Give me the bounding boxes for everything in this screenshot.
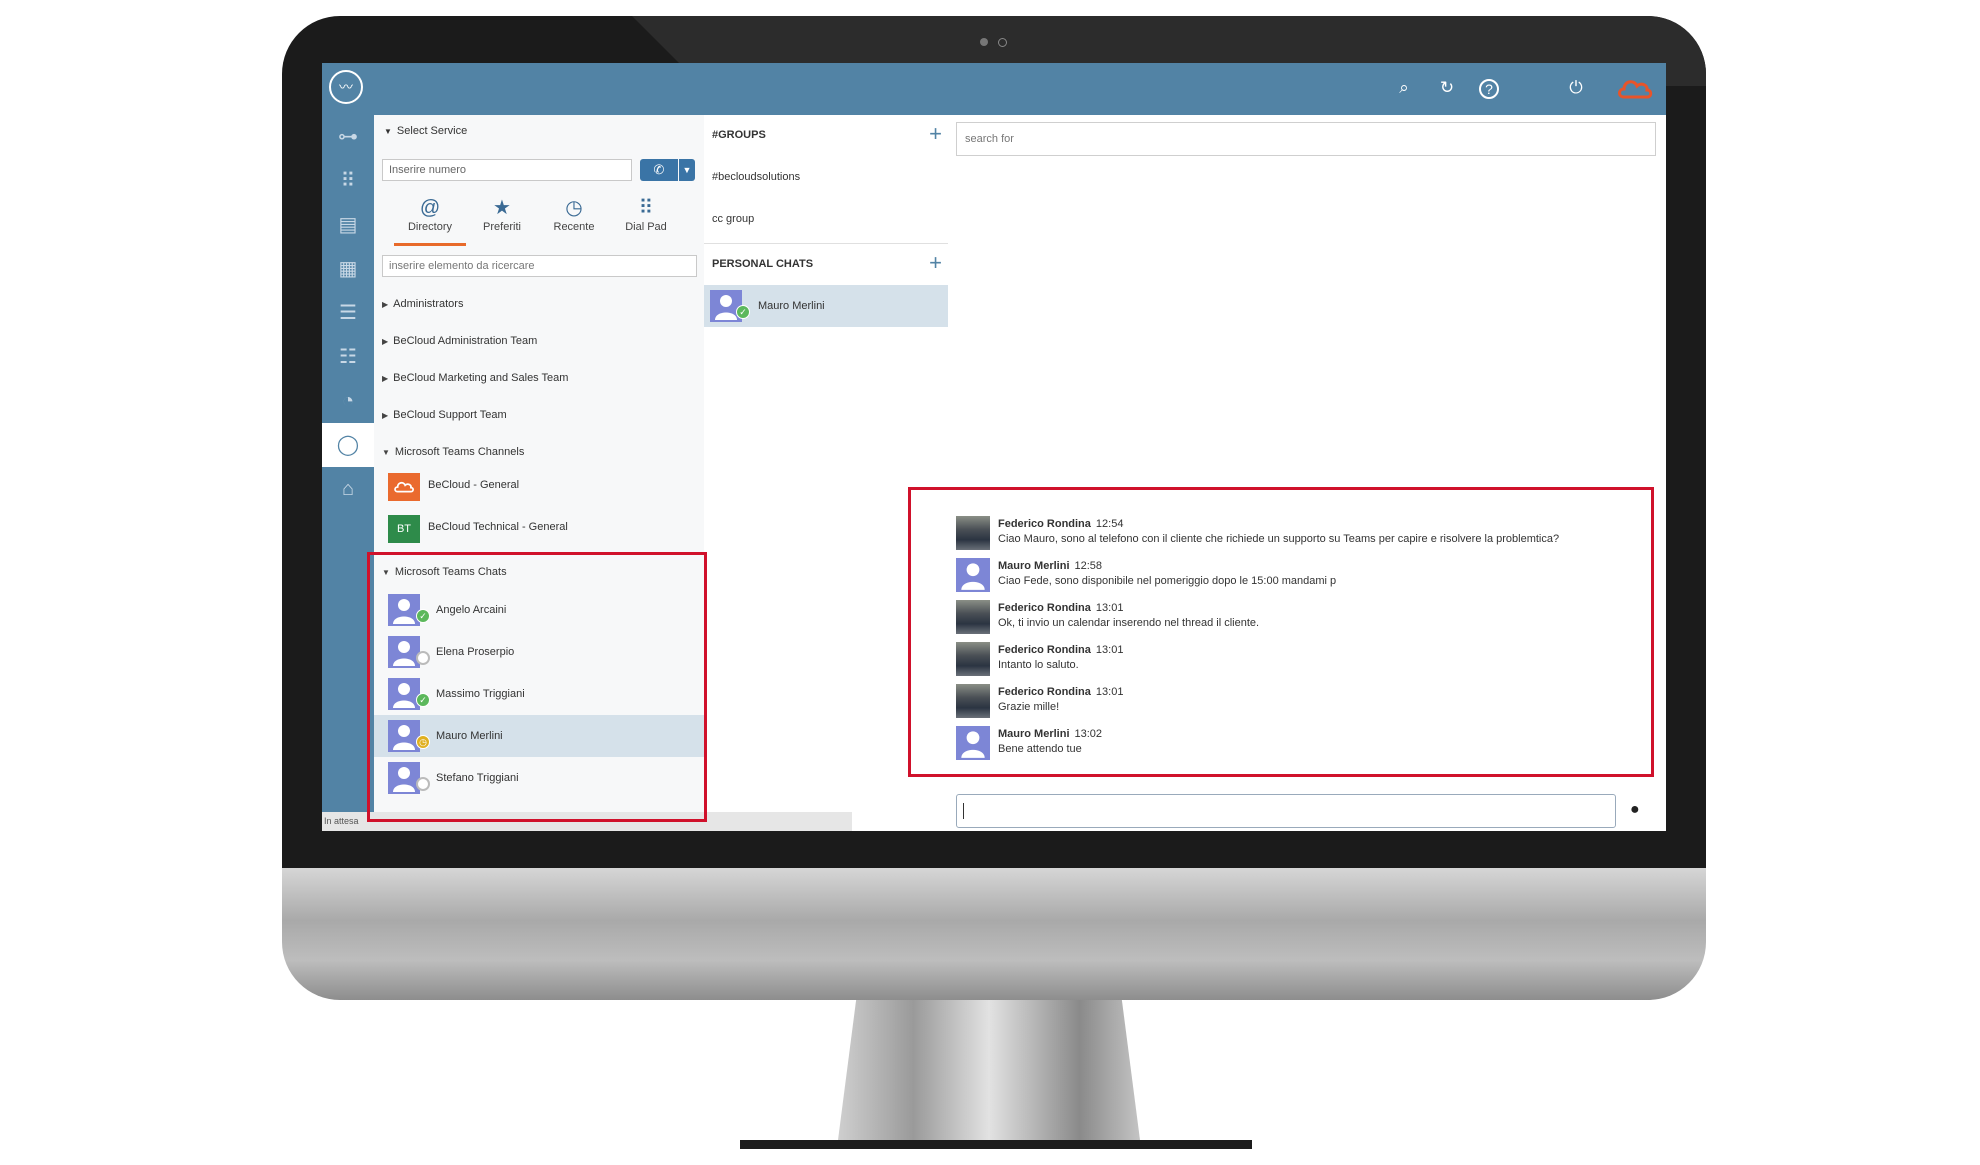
group-label: BeCloud Support Team <box>393 409 507 421</box>
available-status-icon: ✓ <box>736 305 750 319</box>
toggle-icon[interactable]: ⊶ <box>322 115 374 159</box>
calendar-icon[interactable]: ▦ <box>322 247 374 291</box>
grid-icon[interactable]: ⠿ <box>322 159 374 203</box>
personal-chats-label: PERSONAL CHATS <box>712 258 814 270</box>
add-group-icon[interactable]: + <box>929 121 942 147</box>
camera-icon <box>980 38 988 46</box>
channel-label: BeCloud - General <box>428 479 520 491</box>
home-icon[interactable]: ⌂ <box>322 467 374 511</box>
group-label: BeCloud Marketing and Sales Team <box>393 372 569 384</box>
cloud-icon[interactable] <box>1616 77 1654 99</box>
search-icon[interactable]: ⌕ <box>1393 77 1415 99</box>
tab-label: Preferiti <box>483 221 521 233</box>
tab-dial-pad[interactable]: ⠿ Dial Pad <box>610 195 682 243</box>
personal-chats-header: PERSONAL CHATS + <box>704 243 948 284</box>
star-icon: ★ <box>493 197 511 219</box>
monitor-base <box>740 1140 1252 1149</box>
channel-becloud-technical[interactable]: BT BeCloud Technical - General <box>388 512 698 546</box>
at-icon: @ <box>419 197 441 219</box>
chat-icon[interactable]: ◯ <box>322 423 374 467</box>
app-screen: 〰 ⌕ ↻ ? ⏻ ⊶ ⠿ ▤ ▦ ☰ ☷ ◔ ◯ ⌂ ▼ Select Serv… <box>322 63 1666 831</box>
send-icon[interactable]: ● <box>1630 801 1640 819</box>
group-label: BeCloud Administration Team <box>393 335 538 347</box>
inbox-icon[interactable]: ☰ <box>322 291 374 335</box>
channel-becloud-general[interactable]: BeCloud - General <box>388 470 698 504</box>
add-personal-chat-icon[interactable]: + <box>929 250 942 276</box>
select-service[interactable]: ▼ Select Service <box>384 125 467 137</box>
group-becloud-marketing[interactable]: ▶ BeCloud Marketing and Sales Team <box>382 372 568 384</box>
monitor-stand <box>838 1000 1140 1140</box>
highlight-box-conversation <box>908 487 1654 777</box>
refresh-icon[interactable]: ↻ <box>1436 77 1458 99</box>
camera-sensor-icon <box>998 38 1007 47</box>
call-dropdown-button[interactable]: ▼ <box>679 159 695 181</box>
caret-right-icon: ▶ <box>382 411 389 420</box>
group-chat-item[interactable]: cc group <box>712 213 754 225</box>
contacts-icon[interactable]: ☷ <box>322 335 374 379</box>
power-icon[interactable]: ⏻ <box>1565 77 1587 99</box>
app-logo[interactable]: 〰 <box>329 70 363 104</box>
group-administrators[interactable]: ▶ Administrators <box>382 298 463 310</box>
group-label: Administrators <box>393 298 464 310</box>
contact-name: Mauro Merlini <box>758 300 825 312</box>
clock-icon: ◷ <box>565 197 583 219</box>
groups-header: #GROUPS + <box>704 115 948 155</box>
document-icon[interactable]: ▤ <box>322 203 374 247</box>
channel-label: BeCloud Technical - General <box>428 521 568 533</box>
caret-down-icon: ▼ <box>384 127 392 136</box>
personal-chat-item[interactable]: ✓ Mauro Merlini <box>704 285 948 327</box>
tab-label: Dial Pad <box>625 221 667 233</box>
conversation-search-input[interactable]: search for <box>956 122 1656 156</box>
select-service-label: Select Service <box>396 125 468 137</box>
group-label: Microsoft Teams Channels <box>394 446 525 458</box>
call-button[interactable]: ✆ <box>640 159 678 181</box>
tab-recente[interactable]: ◷ Recente <box>538 195 610 243</box>
tab-label: Directory <box>407 221 452 233</box>
highlight-box-teams-chats <box>367 552 707 822</box>
directory-search-input[interactable]: inserire elemento da ricercare <box>382 255 697 277</box>
message-compose-input[interactable] <box>956 794 1616 828</box>
tab-preferiti[interactable]: ★ Preferiti <box>466 195 538 243</box>
caret-right-icon: ▶ <box>382 337 389 346</box>
group-becloud-administration[interactable]: ▶ BeCloud Administration Team <box>382 335 537 347</box>
top-bar: 〰 ⌕ ↻ ? ⏻ <box>322 63 1666 115</box>
tab-directory[interactable]: @ Directory <box>394 195 466 246</box>
channel-badge: BT <box>388 515 420 543</box>
number-input[interactable]: Inserire numero <box>382 159 632 181</box>
becloud-logo-icon <box>388 473 420 501</box>
monitor-chin <box>282 868 1706 1000</box>
tab-label: Recente <box>553 221 595 233</box>
status-text: In attesa <box>324 816 359 826</box>
dialpad-icon: ⠿ <box>638 197 654 219</box>
help-icon[interactable]: ? <box>1479 79 1499 99</box>
group-chat-item[interactable]: #becloudsolutions <box>712 171 800 183</box>
chart-icon[interactable]: ◔ <box>322 379 374 423</box>
caret-right-icon: ▶ <box>382 300 389 309</box>
caret-down-icon: ▼ <box>382 448 390 457</box>
group-becloud-support[interactable]: ▶ BeCloud Support Team <box>382 409 507 421</box>
text-caret <box>963 803 964 819</box>
caret-right-icon: ▶ <box>382 374 389 383</box>
group-teams-channels[interactable]: ▼ Microsoft Teams Channels <box>382 446 524 458</box>
groups-label: #GROUPS <box>712 129 766 141</box>
directory-tabs: @ Directory ★ Preferiti ◷ Recente ⠿ Dial Pad <box>394 195 694 246</box>
